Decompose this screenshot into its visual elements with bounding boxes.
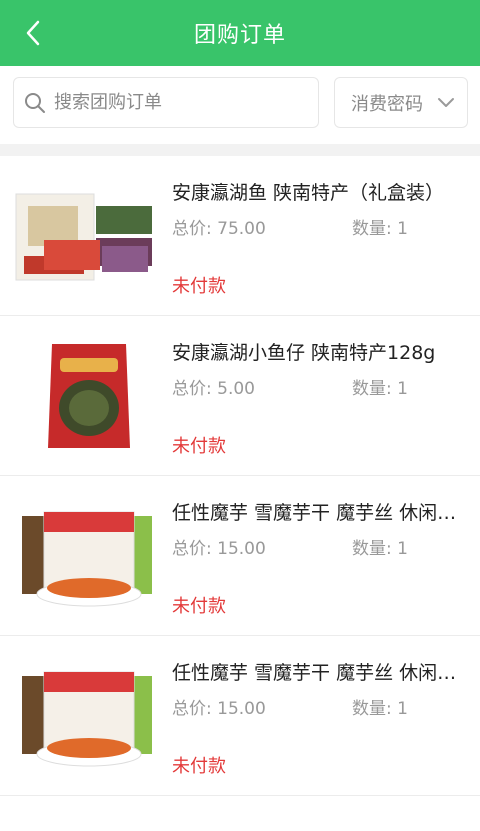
product-image bbox=[14, 336, 159, 456]
back-button[interactable] bbox=[18, 17, 50, 49]
search-icon bbox=[25, 92, 45, 113]
order-status: 未付款 bbox=[172, 276, 226, 297]
product-image bbox=[14, 176, 159, 296]
product-image bbox=[14, 496, 159, 616]
search-bar: 消费密码 bbox=[0, 66, 480, 144]
order-status: 未付款 bbox=[172, 436, 226, 457]
order-item[interactable]: 任性魔芋 雪魔芋干 魔芋丝 休闲零食 总价: 15.00 数量: 1 未付款 bbox=[0, 636, 480, 796]
order-status: 未付款 bbox=[172, 596, 226, 617]
order-title: 任性魔芋 雪魔芋干 魔芋丝 休闲零食 bbox=[172, 662, 462, 684]
order-quantity: 数量: 1 bbox=[352, 539, 408, 559]
order-title: 安康瀛湖小鱼仔 陕南特产128g bbox=[172, 342, 436, 364]
search-input[interactable] bbox=[52, 91, 296, 114]
order-item[interactable]: 安康瀛湖小鱼仔 陕南特产128g 总价: 5.00 数量: 1 未付款 bbox=[0, 316, 480, 476]
order-quantity: 数量: 1 bbox=[352, 379, 408, 399]
order-item[interactable]: 任性魔芋 雪魔芋干 魔芋丝 休闲零食 总价: 15.00 数量: 1 未付款 bbox=[0, 476, 480, 636]
app-header: 团购订单 bbox=[0, 0, 480, 66]
page-title: 团购订单 bbox=[193, 23, 286, 48]
order-quantity: 数量: 1 bbox=[352, 699, 408, 719]
order-price: 总价: 5.00 bbox=[172, 379, 255, 399]
filter-select[interactable]: 消费密码 bbox=[334, 77, 468, 128]
order-title: 安康瀛湖鱼 陕南特产（礼盒装） bbox=[172, 182, 445, 204]
order-price: 总价: 15.00 bbox=[172, 539, 266, 559]
product-image bbox=[14, 656, 159, 776]
order-status: 未付款 bbox=[172, 756, 226, 777]
order-item[interactable]: 安康瀛湖鱼 陕南特产（礼盒装） 总价: 75.00 数量: 1 未付款 bbox=[0, 156, 480, 316]
chevron-left-icon bbox=[26, 20, 40, 46]
order-price: 总价: 75.00 bbox=[172, 219, 266, 239]
section-divider bbox=[0, 144, 480, 156]
order-list: 安康瀛湖鱼 陕南特产（礼盒装） 总价: 75.00 数量: 1 未付款 安康瀛湖… bbox=[0, 156, 480, 796]
order-price: 总价: 15.00 bbox=[172, 699, 266, 719]
search-box[interactable] bbox=[13, 77, 319, 128]
order-title: 任性魔芋 雪魔芋干 魔芋丝 休闲零食 bbox=[172, 502, 462, 524]
chevron-down-icon bbox=[438, 97, 454, 107]
order-quantity: 数量: 1 bbox=[352, 219, 408, 239]
filter-label: 消费密码 bbox=[351, 93, 423, 115]
